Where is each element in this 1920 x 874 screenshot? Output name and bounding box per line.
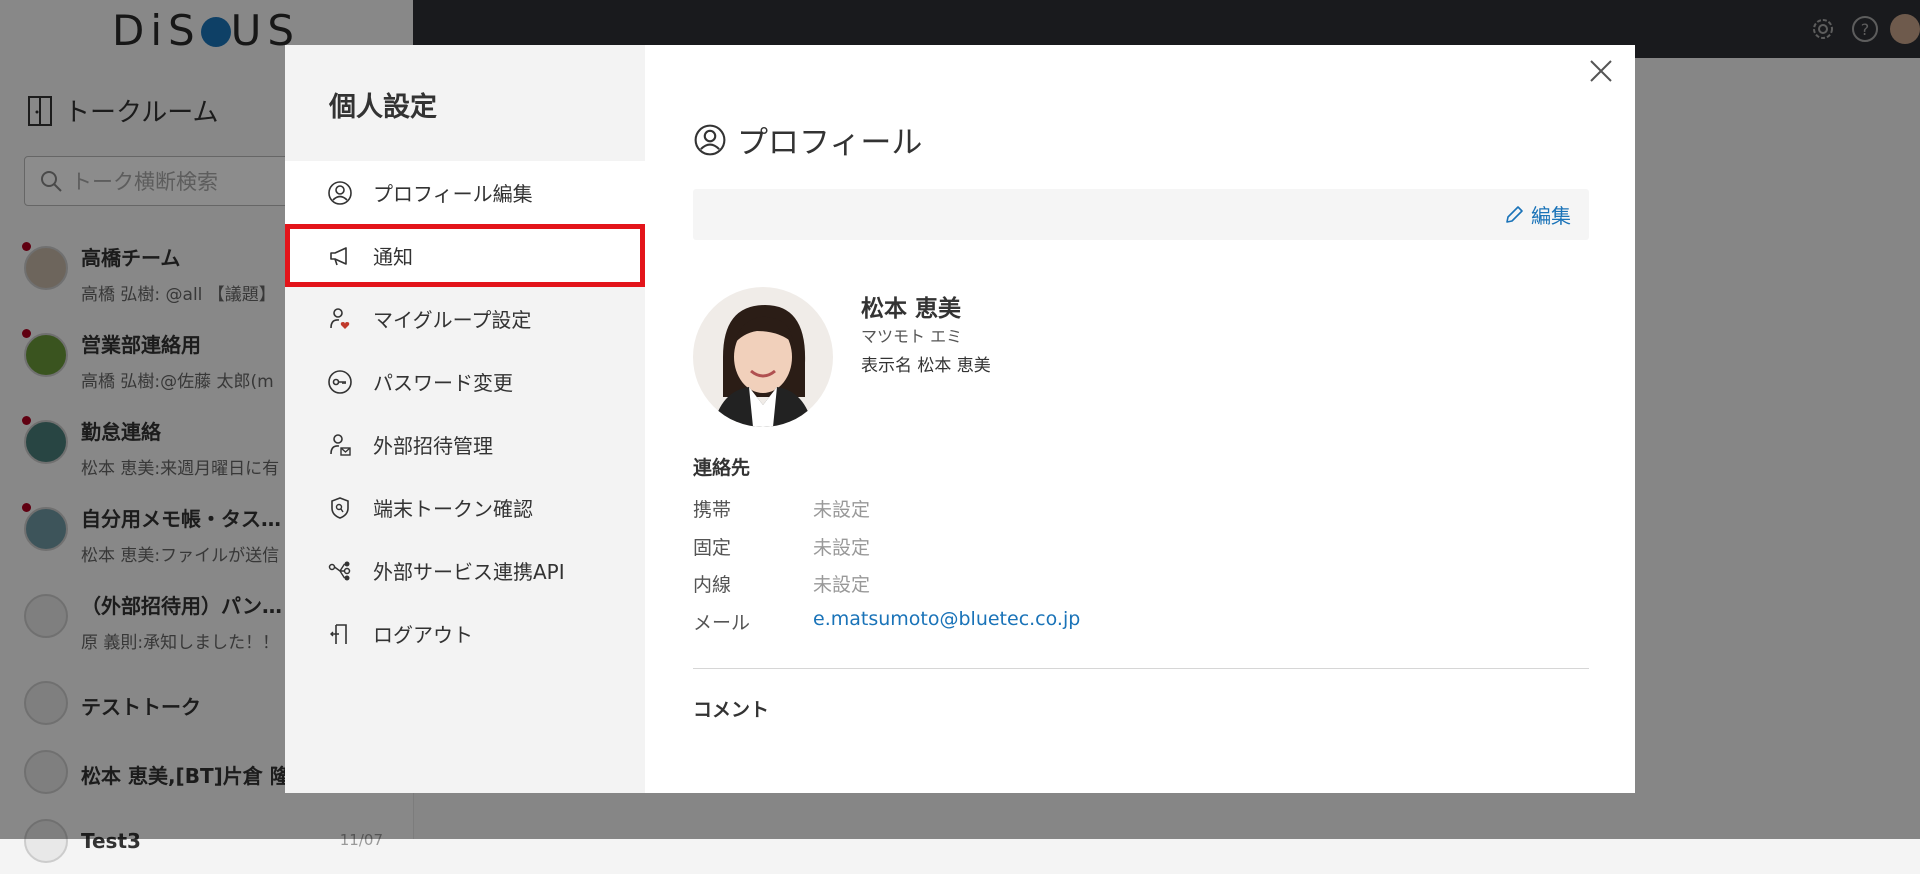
contact-key: メール [693, 612, 751, 634]
menu-profile-edit[interactable]: プロフィール編集 [285, 161, 645, 224]
contact-row-mobile: 携帯 未設定 [693, 495, 870, 522]
user-mail-icon [330, 433, 351, 456]
user-circle-icon [694, 124, 726, 155]
key-icon [328, 369, 352, 394]
menu-label: 外部招待管理 [373, 434, 493, 458]
logout-icon [330, 623, 347, 644]
contact-value: 未設定 [813, 499, 871, 521]
menu-label: 外部サービス連携API [373, 560, 565, 584]
settings-title: 個人設定 [329, 92, 437, 123]
comment-section-title: コメント [693, 699, 770, 721]
menu-notification[interactable]: 通知 [285, 224, 645, 287]
menu-label: 端末トークン確認 [373, 497, 533, 521]
contact-section-title: 連絡先 [693, 457, 751, 479]
section-divider [693, 668, 1589, 669]
user-circle-icon [328, 180, 352, 205]
menu-external-api[interactable]: 外部サービス連携API [285, 539, 645, 602]
menu-label: ログアウト [373, 623, 473, 647]
close-icon[interactable] [1587, 57, 1615, 85]
profile-panel: プロフィール 編集 松本 恵美 マツモト エミ 表示名 松本 恵美 連絡先 携帯… [645, 45, 1635, 793]
profile-photo [693, 287, 833, 427]
menu-label: マイグループ設定 [373, 308, 532, 332]
edit-bar: 編集 [693, 189, 1589, 240]
menu-logout[interactable]: ログアウト [285, 602, 645, 665]
contact-value: 未設定 [813, 574, 871, 596]
pencil-icon [1506, 205, 1523, 223]
menu-external-invite[interactable]: 外部招待管理 [285, 413, 645, 476]
edit-profile-button[interactable]: 編集 [1503, 200, 1571, 229]
menu-device-token[interactable]: 端末トークン確認 [285, 476, 645, 539]
menu-my-group[interactable]: マイグループ設定 [285, 287, 645, 350]
contact-key: 内線 [693, 574, 732, 596]
contact-row-email: メール e.matsumoto@bluetec.co.jp [693, 608, 1080, 635]
settings-menu: プロフィール編集 通知 マイグループ設定 パスワード変更 外部招待管理 端末トー… [285, 161, 645, 665]
profile-kana: マツモト エミ [861, 327, 963, 346]
user-heart-icon [330, 307, 350, 329]
megaphone-icon [330, 246, 347, 265]
menu-label: 通知 [373, 245, 413, 269]
contact-key: 固定 [693, 537, 732, 559]
menu-label: パスワード変更 [373, 371, 513, 395]
menu-password[interactable]: パスワード変更 [285, 350, 645, 413]
contact-row-extension: 内線 未設定 [693, 570, 870, 597]
contact-row-landline: 固定 未設定 [693, 533, 870, 560]
menu-label: プロフィール編集 [373, 182, 533, 206]
contact-value: 未設定 [813, 537, 871, 559]
shield-icon [331, 496, 349, 519]
email-link[interactable]: e.matsumoto@bluetec.co.jp [813, 608, 1080, 635]
profile-heading: プロフィール [693, 117, 922, 162]
api-nodes-icon [328, 561, 351, 580]
contact-key: 携帯 [693, 499, 732, 521]
profile-display-name: 表示名 松本 恵美 [861, 356, 991, 376]
personal-settings-modal: 個人設定 プロフィール編集 通知 マイグループ設定 パスワード変更 外部招待管理 [285, 45, 1635, 793]
edit-label: 編集 [1531, 204, 1571, 228]
profile-name: 松本 恵美 [861, 296, 962, 322]
profile-title: プロフィール [737, 125, 923, 161]
settings-nav: 個人設定 プロフィール編集 通知 マイグループ設定 パスワード変更 外部招待管理 [285, 45, 645, 793]
